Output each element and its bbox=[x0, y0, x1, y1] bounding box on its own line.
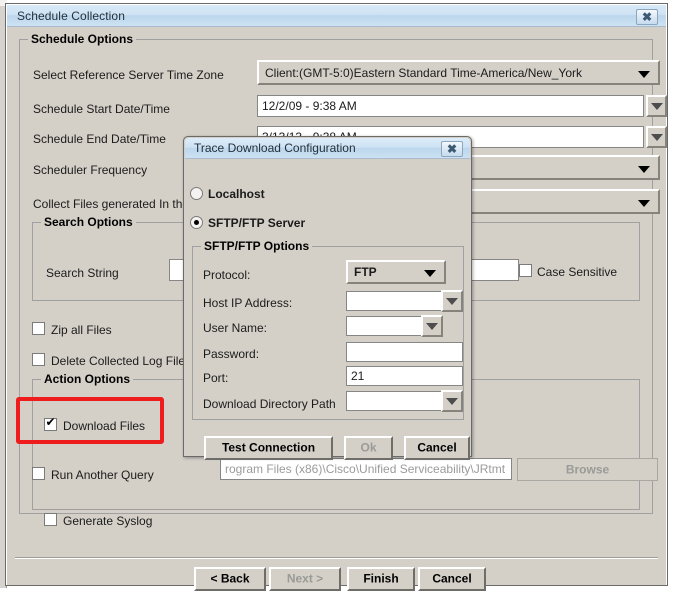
next-label: Next > bbox=[286, 571, 324, 586]
start-datetime-field[interactable]: 12/2/09 - 9:38 AM bbox=[257, 95, 644, 117]
protocol-combo[interactable]: FTP bbox=[346, 260, 446, 284]
case-sensitive-label: Case Sensitive bbox=[537, 265, 618, 279]
search-options-legend: Search Options bbox=[41, 215, 136, 229]
chevron-down-icon bbox=[638, 165, 650, 173]
zip-all-files-checkbox[interactable] bbox=[32, 322, 45, 335]
scheduler-frequency-label: Scheduler Frequency bbox=[33, 163, 148, 177]
search-string-label: Search String bbox=[46, 266, 119, 280]
password-label: Password: bbox=[203, 347, 260, 361]
back-label: < Back bbox=[210, 571, 250, 586]
timezone-value: Client:(GMT-5:0)Eastern Standard Time-Am… bbox=[265, 65, 583, 80]
next-button[interactable]: Next > bbox=[269, 567, 341, 591]
host-ip-input[interactable] bbox=[346, 291, 442, 311]
check-icon: ✔ bbox=[45, 415, 56, 429]
download-files-label: Download Files bbox=[63, 419, 146, 433]
chevron-down-icon bbox=[638, 70, 650, 78]
delete-collected-log-files-checkbox[interactable] bbox=[32, 353, 45, 366]
zip-all-files-label: Zip all Files bbox=[51, 323, 112, 337]
sftp-ftp-server-label: SFTP/FTP Server bbox=[208, 216, 306, 230]
radio-selected-dot bbox=[194, 220, 199, 225]
download-directory-dropdown-button[interactable] bbox=[441, 390, 463, 412]
download-directory-label: Download Directory Path bbox=[203, 397, 336, 411]
sftp-ftp-server-radio[interactable] bbox=[190, 216, 203, 229]
localhost-label: Localhost bbox=[208, 187, 265, 201]
localhost-radio[interactable] bbox=[190, 187, 203, 200]
trace-download-configuration-dialog: Trace Download Configuration ✖ Localhost… bbox=[183, 136, 472, 460]
user-name-input[interactable] bbox=[346, 316, 422, 336]
dialog-title: Trace Download Configuration bbox=[194, 141, 356, 155]
download-directory-input[interactable] bbox=[346, 391, 442, 411]
chevron-down-icon bbox=[650, 134, 663, 141]
dialog-cancel-button[interactable]: Cancel bbox=[404, 436, 470, 460]
start-datetime-value: 12/2/09 - 9:38 AM bbox=[262, 99, 357, 113]
chevron-down-icon bbox=[426, 323, 438, 330]
screen: Schedule Collection ✖ Schedule Options S… bbox=[0, 0, 675, 591]
browse-label: Browse bbox=[565, 462, 610, 476]
delete-collected-log-files-label: Delete Collected Log Files bbox=[51, 354, 192, 368]
desktop-background bbox=[668, 0, 675, 588]
end-datetime-label: Schedule End Date/Time bbox=[33, 132, 166, 146]
protocol-label: Protocol: bbox=[203, 268, 251, 282]
window-titlebar: Schedule Collection ✖ bbox=[7, 5, 666, 27]
window-title: Schedule Collection bbox=[17, 9, 125, 23]
ok-button[interactable]: Ok bbox=[344, 436, 393, 460]
cancel-label: Cancel bbox=[432, 571, 472, 586]
collect-files-label: Collect Files generated In the l bbox=[33, 197, 196, 211]
schedule-options-legend: Schedule Options bbox=[28, 32, 137, 46]
user-name-label: User Name: bbox=[203, 321, 268, 335]
test-connection-button[interactable]: Test Connection bbox=[204, 436, 333, 460]
chevron-down-icon bbox=[650, 103, 663, 110]
download-files-checkbox[interactable]: ✔ bbox=[44, 415, 57, 431]
generate-syslog-checkbox[interactable] bbox=[44, 513, 57, 526]
dialog-body: Localhost SFTP/FTP Server SFTP/FTP Optio… bbox=[185, 159, 470, 460]
download-path-input[interactable]: rogram Files (x86)\Cisco\Unified Service… bbox=[220, 458, 512, 480]
port-label: Port: bbox=[203, 371, 229, 385]
action-options-legend: Action Options bbox=[41, 372, 133, 386]
browse-button[interactable]: Browse bbox=[517, 458, 658, 481]
download-path-value: rogram Files (x86)\Cisco\Unified Service… bbox=[225, 462, 506, 476]
timezone-label: Select Reference Server Time Zone bbox=[33, 68, 224, 82]
chevron-down-icon bbox=[424, 270, 436, 277]
protocol-value: FTP bbox=[354, 265, 377, 279]
test-connection-label: Test Connection bbox=[221, 440, 316, 455]
run-another-query-checkbox[interactable] bbox=[32, 467, 45, 480]
start-datetime-label: Schedule Start Date/Time bbox=[33, 102, 170, 116]
finish-label: Finish bbox=[363, 571, 399, 586]
generate-syslog-label: Generate Syslog bbox=[63, 514, 153, 528]
timezone-combo[interactable]: Client:(GMT-5:0)Eastern Standard Time-Am… bbox=[257, 60, 660, 85]
back-button[interactable]: < Back bbox=[194, 567, 266, 591]
case-sensitive-checkbox[interactable] bbox=[519, 264, 532, 277]
chevron-down-icon bbox=[638, 199, 650, 207]
close-icon[interactable]: ✖ bbox=[636, 9, 658, 25]
ok-label: Ok bbox=[360, 440, 377, 455]
footer-separator bbox=[15, 557, 658, 559]
host-ip-label: Host IP Address: bbox=[203, 296, 293, 310]
dialog-cancel-label: Cancel bbox=[417, 440, 457, 455]
port-input[interactable]: 21 bbox=[346, 366, 463, 386]
port-value: 21 bbox=[351, 369, 365, 383]
close-icon[interactable]: ✖ bbox=[441, 141, 463, 157]
start-datetime-dropdown-button[interactable] bbox=[646, 95, 667, 117]
host-ip-dropdown-button[interactable] bbox=[441, 290, 463, 312]
chevron-down-icon bbox=[446, 298, 458, 305]
password-input[interactable] bbox=[346, 342, 463, 362]
dialog-titlebar: Trace Download Configuration ✖ bbox=[185, 138, 470, 159]
user-name-dropdown-button[interactable] bbox=[421, 315, 443, 337]
finish-button[interactable]: Finish bbox=[347, 567, 415, 591]
end-datetime-dropdown-button[interactable] bbox=[646, 126, 667, 148]
cancel-button[interactable]: Cancel bbox=[418, 567, 486, 591]
run-another-query-label: Run Another Query bbox=[51, 468, 154, 482]
sftp-ftp-options-legend: SFTP/FTP Options bbox=[201, 239, 313, 253]
chevron-down-icon bbox=[446, 398, 458, 405]
